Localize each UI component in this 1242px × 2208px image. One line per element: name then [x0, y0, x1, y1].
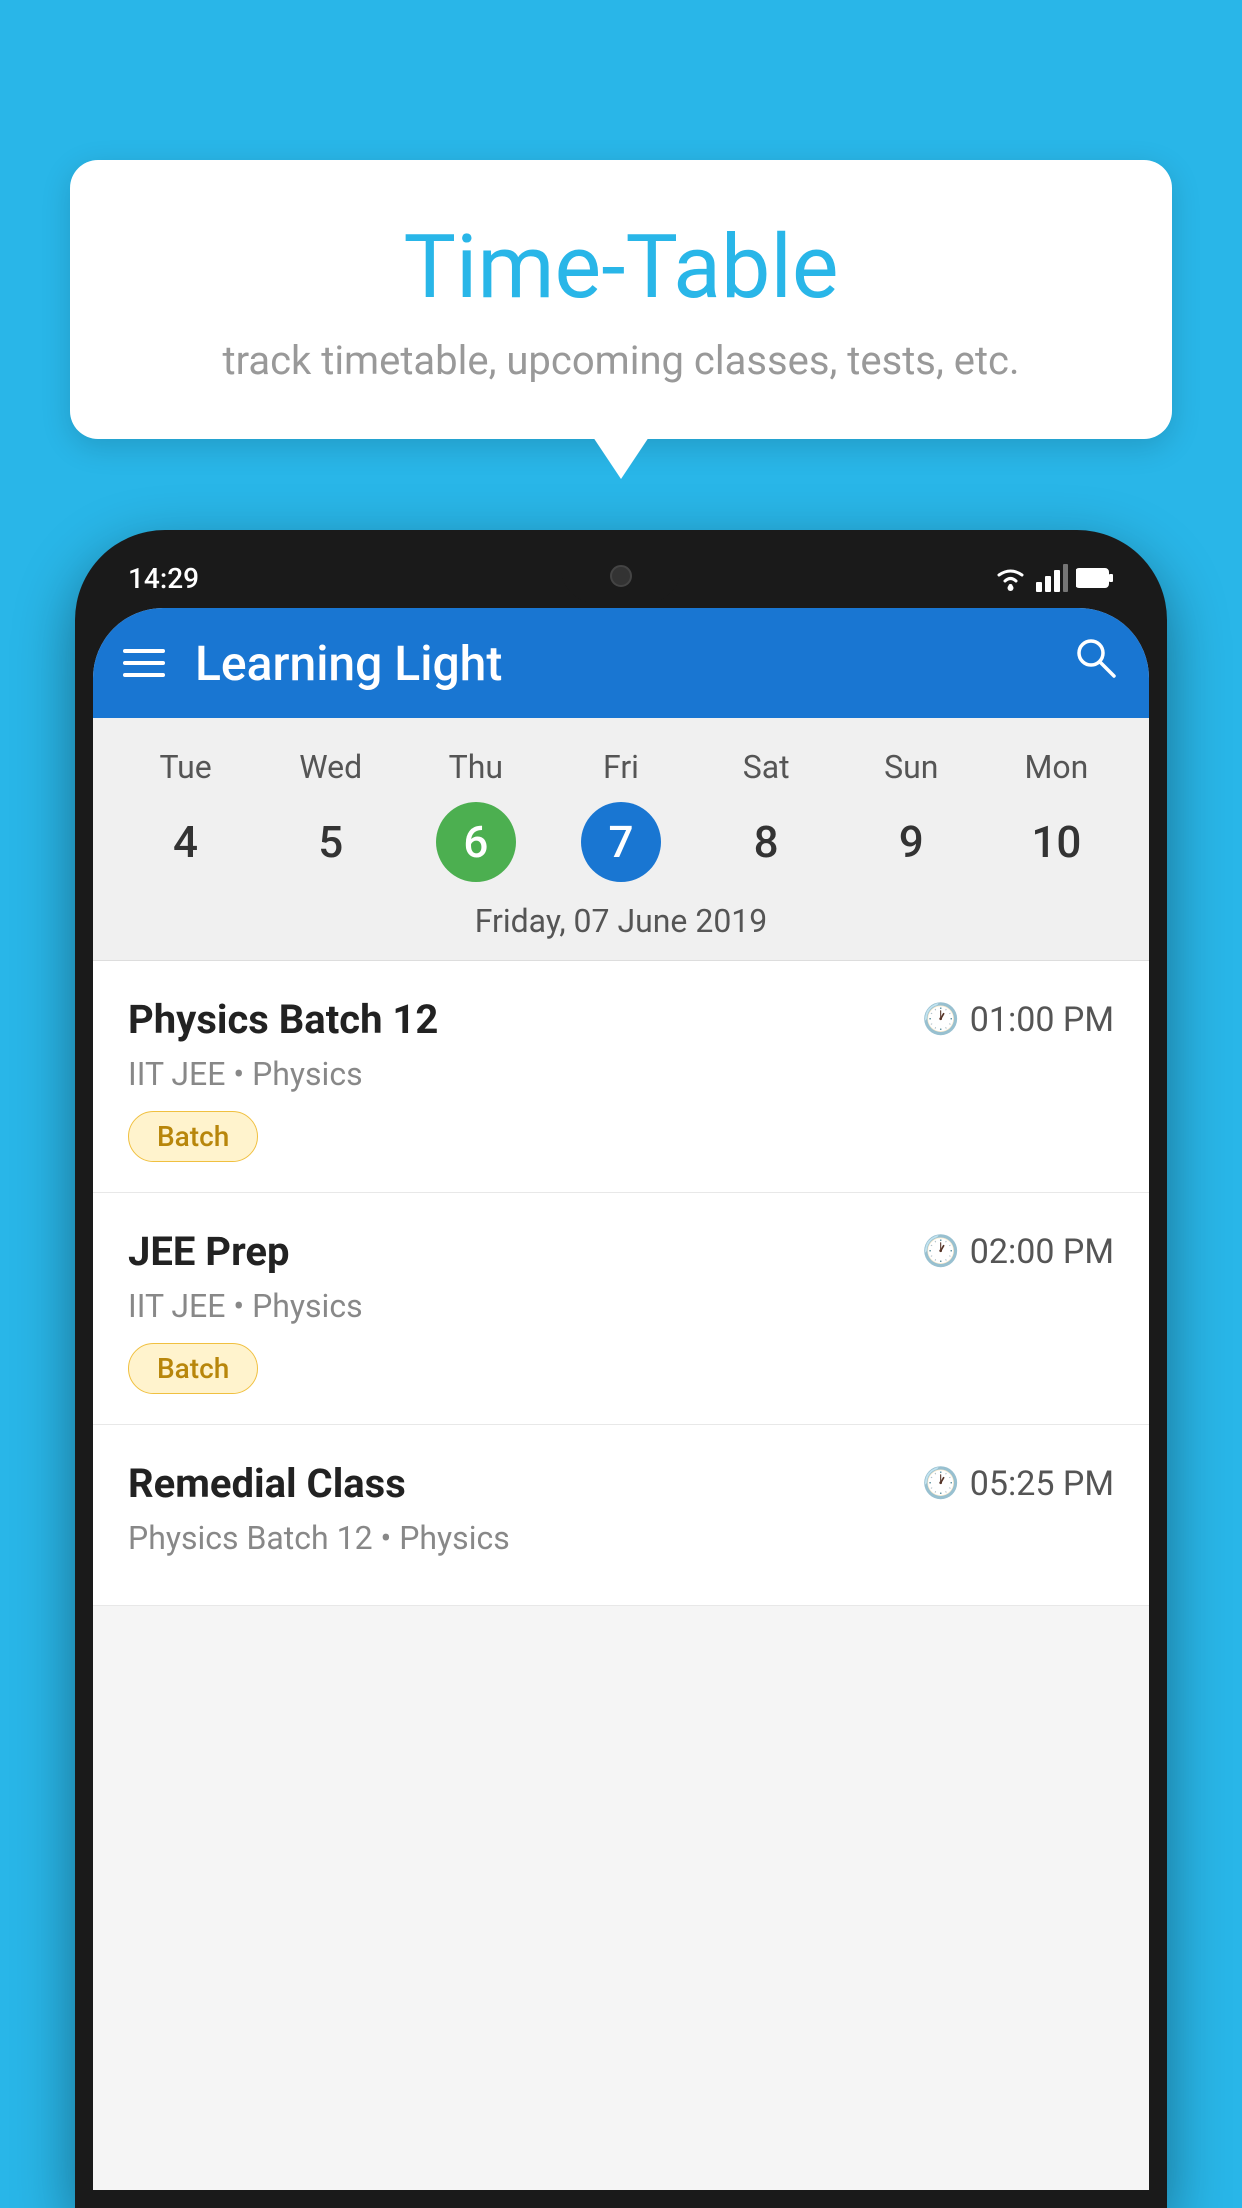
class-item-header: JEE Prep 🕐 02:00 PM	[128, 1228, 1114, 1275]
app-title: Learning Light	[195, 635, 1071, 692]
day-item-5[interactable]: Wed 5	[271, 748, 391, 882]
class-subtitle: IIT JEE • Physics	[128, 1287, 1114, 1325]
day-item-7[interactable]: Fri 7	[561, 748, 681, 882]
day-number: 6	[436, 802, 516, 882]
phone-notch	[561, 548, 681, 603]
status-time: 14:29	[128, 562, 199, 595]
day-name: Wed	[299, 748, 362, 786]
class-time: 🕐 01:00 PM	[922, 1000, 1114, 1040]
class-name: Physics Batch 12	[128, 996, 438, 1043]
clock-icon: 🕐	[922, 1466, 959, 1501]
day-name: Sun	[884, 748, 938, 786]
time-value: 01:00 PM	[970, 1000, 1114, 1040]
class-item-1[interactable]: JEE Prep 🕐 02:00 PM IIT JEE • Physics Batch	[93, 1193, 1149, 1425]
day-number: 8	[726, 802, 806, 882]
menu-line-1	[123, 649, 165, 653]
class-name: Remedial Class	[128, 1460, 406, 1507]
tooltip-card: Time-Table track timetable, upcoming cla…	[70, 160, 1172, 439]
selected-date-label: Friday, 07 June 2019	[93, 892, 1149, 961]
day-name: Mon	[1024, 748, 1088, 786]
clock-icon: 🕐	[922, 1002, 959, 1037]
class-subtitle: Physics Batch 12 • Physics	[128, 1519, 1114, 1557]
app-bar: Learning Light	[93, 608, 1149, 718]
day-name: Sat	[743, 748, 790, 786]
class-name: JEE Prep	[128, 1228, 289, 1275]
day-number: 7	[581, 802, 661, 882]
day-number: 10	[1016, 802, 1096, 882]
day-number: 5	[291, 802, 371, 882]
batch-badge: Batch	[128, 1111, 258, 1162]
day-name: Thu	[449, 748, 503, 786]
day-item-4[interactable]: Tue 4	[126, 748, 246, 882]
day-name: Tue	[159, 748, 211, 786]
class-list: Physics Batch 12 🕐 01:00 PM IIT JEE • Physi…	[93, 961, 1149, 1606]
class-item-2[interactable]: Remedial Class 🕐 05:25 PM Physics Batch 12 …	[93, 1425, 1149, 1606]
status-bar: 14:29	[93, 548, 1149, 608]
phone-screen: Learning Light Tue4Wed5Thu6Fri7Sat8Sun9M…	[93, 608, 1149, 2190]
time-value: 02:00 PM	[970, 1232, 1114, 1272]
days-row: Tue 4 Wed 5 Thu 6 Fri 7 Sat 8 Sun 9 Mon 10	[93, 738, 1149, 892]
menu-button[interactable]	[123, 649, 165, 677]
day-name: Fri	[603, 748, 639, 786]
class-time: 🕐 05:25 PM	[922, 1464, 1114, 1504]
calendar-strip: Tue 4 Wed 5 Thu 6 Fri 7 Sat 8 Sun 9 Mon 10 Friday, 07…	[93, 718, 1149, 961]
clock-icon: 🕐	[922, 1234, 959, 1269]
class-item-0[interactable]: Physics Batch 12 🕐 01:00 PM IIT JEE • Physi…	[93, 961, 1149, 1193]
battery-icon	[1076, 567, 1114, 589]
batch-badge: Batch	[128, 1343, 258, 1394]
tooltip-subtitle: track timetable, upcoming classes, tests…	[120, 337, 1122, 384]
camera-dot	[610, 565, 632, 587]
signal-icon	[1036, 564, 1068, 592]
day-item-6[interactable]: Thu 6	[416, 748, 536, 882]
day-number: 4	[146, 802, 226, 882]
menu-line-3	[123, 673, 165, 677]
day-item-10[interactable]: Mon 10	[996, 748, 1116, 882]
day-item-8[interactable]: Sat 8	[706, 748, 826, 882]
wifi-icon	[993, 564, 1028, 592]
class-time: 🕐 02:00 PM	[922, 1232, 1114, 1272]
class-item-header: Physics Batch 12 🕐 01:00 PM	[128, 996, 1114, 1043]
class-item-header: Remedial Class 🕐 05:25 PM	[128, 1460, 1114, 1507]
day-item-9[interactable]: Sun 9	[851, 748, 971, 882]
day-number: 9	[871, 802, 951, 882]
class-subtitle: IIT JEE • Physics	[128, 1055, 1114, 1093]
menu-line-2	[123, 661, 165, 665]
phone-mockup: 14:29	[75, 530, 1167, 2208]
status-icons	[993, 564, 1114, 592]
search-button[interactable]	[1071, 633, 1119, 693]
time-value: 05:25 PM	[970, 1464, 1114, 1504]
tooltip-title: Time-Table	[120, 220, 1122, 317]
